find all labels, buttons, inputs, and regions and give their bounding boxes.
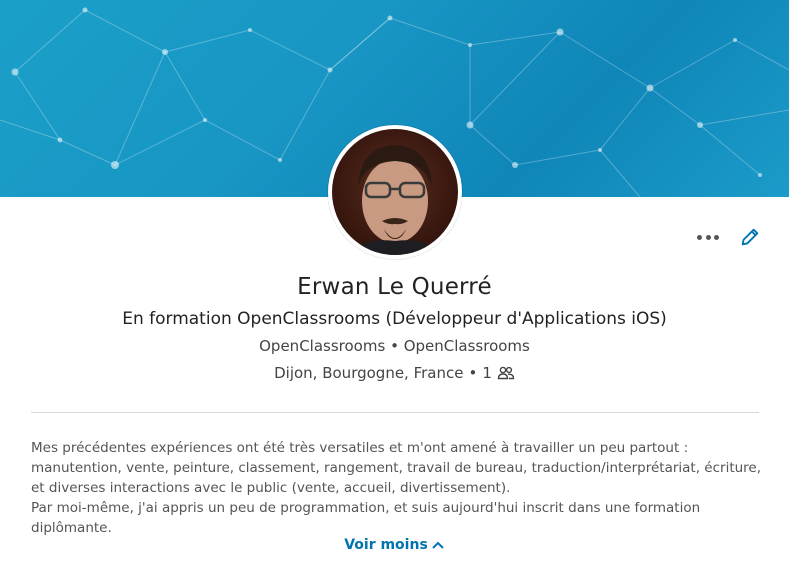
avatar[interactable] [332, 129, 458, 255]
summary-paragraph: Mes précédentes expériences ont été très… [31, 440, 762, 496]
separator: • [390, 337, 399, 355]
education-link[interactable]: OpenClassrooms [404, 337, 530, 355]
location-line: Dijon, Bourgogne, France • 1 [0, 364, 789, 382]
profile-actions [697, 226, 761, 248]
see-less-label: Voir moins [344, 537, 428, 553]
pencil-icon[interactable] [739, 226, 761, 248]
profile-photo [350, 145, 440, 255]
dot [705, 234, 711, 240]
connections-count[interactable]: 1 [482, 364, 492, 382]
company-line: OpenClassrooms • OpenClassrooms [0, 337, 789, 355]
connections-icon[interactable] [497, 366, 515, 380]
current-company-link[interactable]: OpenClassrooms [259, 337, 385, 355]
separator: • [468, 364, 478, 382]
avatar-frame[interactable] [328, 125, 462, 259]
summary-text: Mes précédentes expériences ont été très… [31, 438, 763, 538]
profile-name: Erwan Le Querré [297, 274, 492, 300]
see-less-button[interactable]: Voir moins [344, 537, 445, 553]
dot [697, 234, 702, 240]
divider [31, 412, 759, 413]
see-less-container: Voir moins [0, 537, 789, 553]
summary-paragraph: Par moi-même, j'ai appris un peu de prog… [31, 500, 701, 536]
dot [714, 234, 719, 240]
chevron-up-icon [432, 541, 444, 549]
profile-headline: En formation OpenClassrooms (Développeur… [122, 309, 667, 329]
location: Dijon, Bourgogne, France [274, 364, 464, 382]
ellipsis-icon[interactable] [697, 227, 719, 247]
